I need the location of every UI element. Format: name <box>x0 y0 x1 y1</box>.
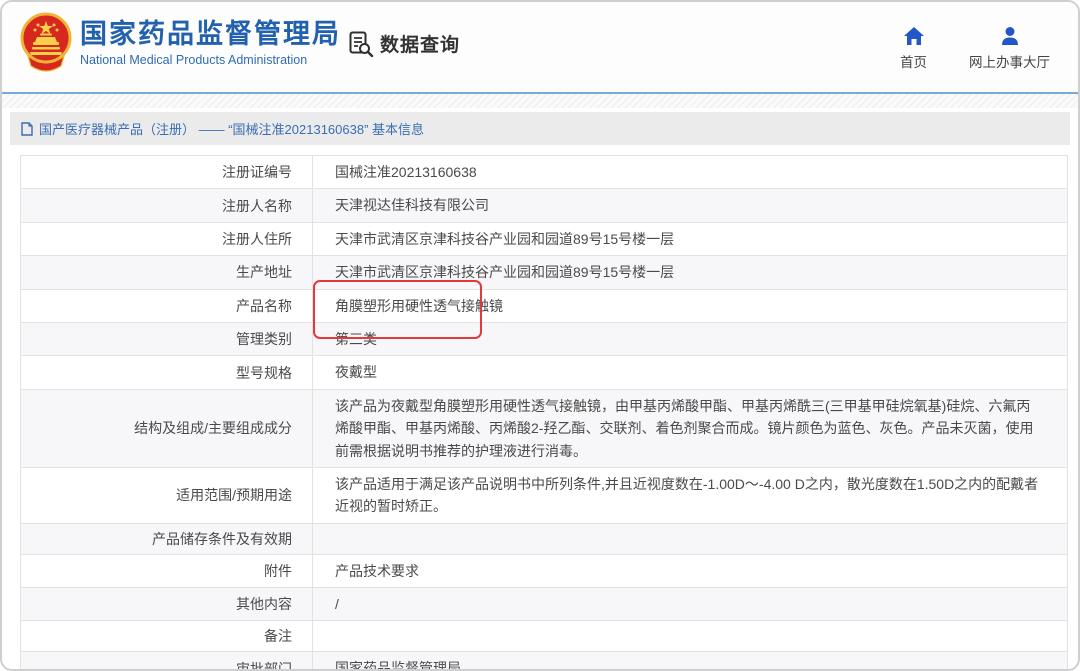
row-label: 管理类别 <box>21 323 313 355</box>
row-value: 天津视达佳科技有限公司 <box>313 189 1067 221</box>
row-value: 夜戴型 <box>313 356 1067 388</box>
table-row-intended-use: 适用范围/预期用途 该产品适用于满足该产品说明书中所列条件,并且近视度数在-1.… <box>21 468 1067 524</box>
nav-item-home-label: 首页 <box>900 51 927 71</box>
row-label: 注册证编号 <box>21 156 313 188</box>
site-header: 国家药品监督管理局 National Medical Products Admi… <box>2 2 1078 94</box>
row-value: / <box>313 588 1067 620</box>
row-label: 其他内容 <box>21 588 313 620</box>
row-value: 国家药品监督管理局 <box>313 652 1067 671</box>
registration-info-table: 注册证编号 国械注准20213160638 注册人名称 天津视达佳科技有限公司 … <box>20 155 1068 671</box>
site-title-block: 国家药品监督管理局 National Medical Products Admi… <box>80 19 341 67</box>
page: 国家药品监督管理局 National Medical Products Admi… <box>0 0 1080 671</box>
header-divider-strip <box>2 94 1078 108</box>
table-row-remarks: 备注 <box>21 621 1067 652</box>
table-row-model-spec: 型号规格 夜戴型 <box>21 356 1067 389</box>
table-row-attachment: 附件 产品技术要求 <box>21 555 1067 588</box>
row-value <box>313 621 1067 651</box>
breadcrumb: 国产医疗器械产品（注册） —— “国械注准20213160638” 基本信息 <box>10 112 1070 145</box>
row-label: 适用范围/预期用途 <box>21 468 313 523</box>
data-query-link[interactable]: 数据查询 <box>347 30 460 57</box>
site-title: 国家药品监督管理局 <box>80 19 341 50</box>
table-row-product-name: 产品名称 角膜塑形用硬性透气接触镜 <box>21 290 1067 323</box>
table-row-storage-conditions: 产品储存条件及有效期 <box>21 524 1067 555</box>
row-label: 备注 <box>21 621 313 651</box>
site-subtitle: National Medical Products Administration <box>80 53 341 67</box>
row-value: 该产品为夜戴型角膜塑形用硬性透气接触镜，由甲基丙烯酸甲酯、甲基丙烯酰三(三甲基甲… <box>313 390 1067 467</box>
row-label: 型号规格 <box>21 356 313 388</box>
table-row-management-class: 管理类别 第三类 <box>21 323 1067 356</box>
national-emblem-logo <box>20 12 72 72</box>
table-row-composition: 结构及组成/主要组成成分 该产品为夜戴型角膜塑形用硬性透气接触镜，由甲基丙烯酸甲… <box>21 390 1067 468</box>
row-label: 结构及组成/主要组成成分 <box>21 390 313 467</box>
row-label: 审批部门 <box>21 652 313 671</box>
breadcrumb-text[interactable]: 国产医疗器械产品（注册） —— “国械注准20213160638” 基本信息 <box>39 119 424 138</box>
row-label: 产品名称 <box>21 290 313 322</box>
table-row-registrant-name: 注册人名称 天津视达佳科技有限公司 <box>21 189 1067 222</box>
table-row-registrant-address: 注册人住所 天津市武清区京津科技谷产业园和园道89号15号楼一层 <box>21 223 1067 256</box>
header-nav: 首页 网上办事大厅 <box>900 26 1050 71</box>
row-value: 产品技术要求 <box>313 555 1067 587</box>
row-label: 生产地址 <box>21 256 313 288</box>
table-row-production-address: 生产地址 天津市武清区京津科技谷产业园和园道89号15号楼一层 <box>21 256 1067 289</box>
nav-item-service-hall[interactable]: 网上办事大厅 <box>969 26 1050 71</box>
row-value: 天津市武清区京津科技谷产业园和园道89号15号楼一层 <box>313 223 1067 255</box>
row-value: 天津市武清区京津科技谷产业园和园道89号15号楼一层 <box>313 256 1067 288</box>
nav-item-home[interactable]: 首页 <box>900 26 927 71</box>
data-query-icon <box>347 30 374 57</box>
row-label: 注册人住所 <box>21 223 313 255</box>
row-label: 注册人名称 <box>21 189 313 221</box>
nav-item-service-hall-label: 网上办事大厅 <box>969 51 1050 71</box>
home-icon <box>903 26 925 46</box>
row-label: 附件 <box>21 555 313 587</box>
row-value: 国械注准20213160638 <box>313 156 1067 188</box>
row-value <box>313 524 1067 554</box>
row-value: 该产品适用于满足该产品说明书中所列条件,并且近视度数在-1.00D～-4.00 … <box>313 468 1067 523</box>
document-icon <box>21 122 33 136</box>
row-label: 产品储存条件及有效期 <box>21 524 313 554</box>
table-row-reg-number: 注册证编号 国械注准20213160638 <box>21 156 1067 189</box>
row-value: 第三类 <box>313 323 1067 355</box>
table-row-approval-department: 审批部门 国家药品监督管理局 <box>21 652 1067 671</box>
row-value: 角膜塑形用硬性透气接触镜 <box>313 290 1067 322</box>
data-query-label: 数据查询 <box>380 30 460 57</box>
table-row-other-content: 其他内容 / <box>21 588 1067 621</box>
user-icon <box>999 26 1021 46</box>
